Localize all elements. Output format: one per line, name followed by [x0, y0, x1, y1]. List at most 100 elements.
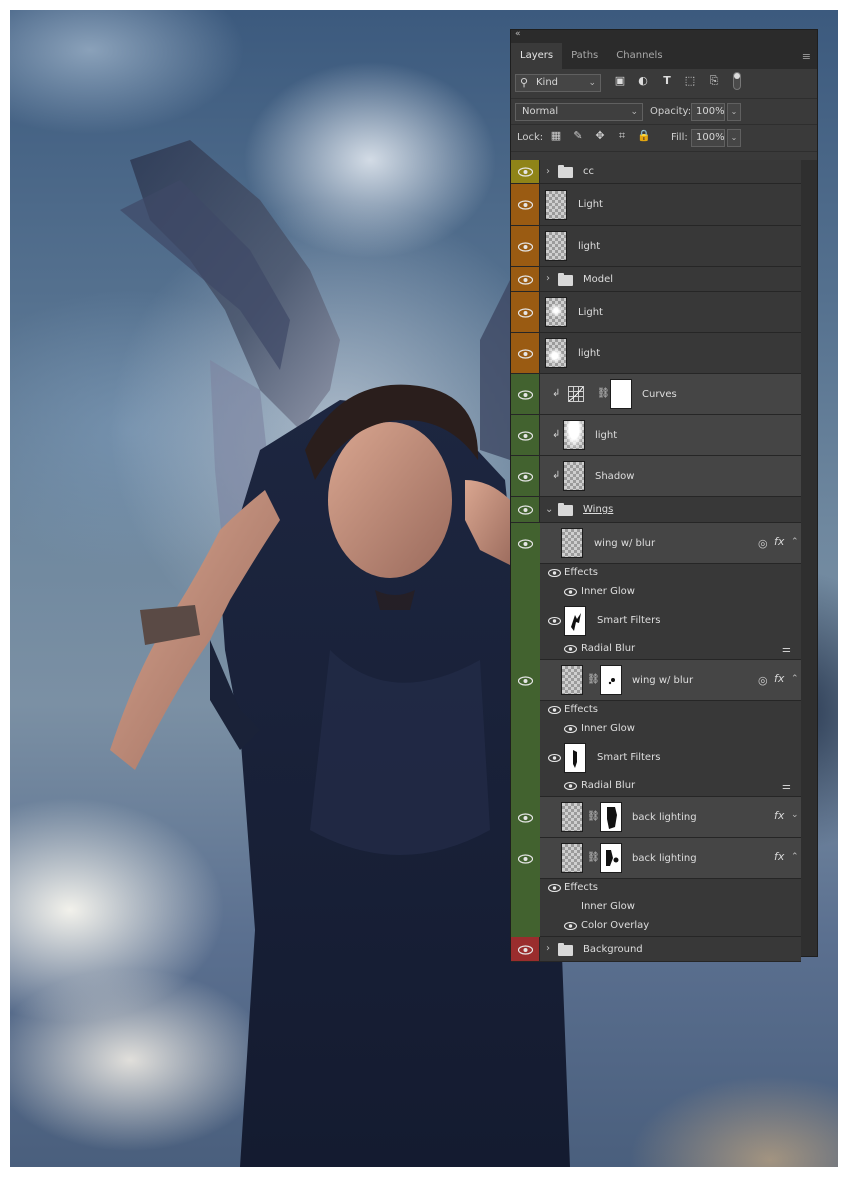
tab-channels[interactable]: Channels — [607, 43, 671, 69]
eye-icon[interactable] — [518, 307, 533, 319]
panel-title-bar: « — [511, 29, 817, 41]
layer-wing-blur-1[interactable]: wing w/ blur ◎ fx ⌃ — [518, 523, 801, 564]
eye-icon[interactable] — [518, 166, 533, 178]
fx-icon[interactable]: fx — [774, 672, 784, 685]
pixel-layer-filter-icon[interactable]: ▣ — [613, 74, 627, 88]
layer-group-background[interactable]: › Background — [511, 937, 801, 962]
eye-icon[interactable] — [518, 812, 533, 824]
eye-icon[interactable] — [563, 644, 578, 654]
layer-name: back lighting — [632, 853, 697, 864]
filter-toggle-switch[interactable] — [733, 72, 741, 90]
layer-light-2[interactable]: light — [511, 226, 801, 267]
inner-glow-row: Inner Glow — [540, 583, 801, 602]
eye-icon[interactable] — [518, 348, 533, 360]
eye-icon[interactable] — [547, 753, 562, 763]
eye-icon[interactable] — [547, 616, 562, 626]
layer-back-lighting-2[interactable]: ⛓ back lighting fx ⌃ — [518, 838, 801, 879]
link-icon[interactable]: ⛓ — [597, 388, 610, 400]
tab-layers[interactable]: Layers — [511, 43, 563, 69]
eye-icon[interactable] — [518, 241, 533, 253]
eye-icon[interactable] — [518, 944, 533, 956]
lock-all-icon[interactable]: 🔒 — [637, 129, 651, 143]
layer-shadow[interactable]: ↲ Shadow — [511, 456, 801, 497]
filter-kind-select[interactable]: ⚲ Kind ⌄ — [515, 74, 601, 92]
chevron-up-icon[interactable]: ⌃ — [791, 537, 799, 547]
color-overlay-label: Color Overlay — [581, 920, 650, 931]
link-icon[interactable]: ⛓ — [587, 852, 600, 864]
blend-row: Normal ⌄ Opacity: 100% ⌄ — [511, 99, 817, 125]
blend-mode-select[interactable]: Normal ⌄ — [515, 103, 643, 121]
layer-light-4[interactable]: light — [511, 333, 801, 374]
layer-mask-thumbnail — [600, 665, 622, 695]
effects-label: Effects — [564, 567, 598, 578]
smart-object-filter-icon[interactable]: ⎘ — [707, 74, 721, 88]
layer-thumbnail — [545, 338, 567, 368]
eye-icon[interactable] — [547, 705, 562, 715]
filter-blending-options-icon[interactable]: ⚌ — [782, 781, 791, 792]
layer-light-1[interactable]: Light — [511, 184, 801, 226]
layer-curves[interactable]: ↲ ⛓ Curves — [511, 374, 801, 415]
layer-name: Shadow — [595, 471, 635, 482]
eye-icon[interactable] — [563, 724, 578, 734]
eye-icon[interactable] — [518, 389, 533, 401]
shape-layer-filter-icon[interactable]: ⬚ — [683, 74, 697, 88]
eye-icon[interactable] — [518, 274, 533, 286]
chevron-right-icon[interactable]: › — [546, 166, 550, 178]
layer-group-wings[interactable]: ⌄ Wings — [511, 497, 801, 523]
effects-label: Effects — [564, 704, 598, 715]
lock-transparent-pixels-icon[interactable]: ▦ — [549, 129, 563, 143]
opacity-dropdown-button[interactable]: ⌄ — [727, 103, 741, 121]
fx-icon[interactable]: fx — [774, 809, 784, 822]
chevron-up-icon[interactable]: ⌃ — [791, 674, 799, 684]
eye-icon[interactable] — [518, 199, 533, 211]
eye-icon[interactable] — [547, 568, 562, 578]
eye-icon[interactable] — [518, 853, 533, 865]
eye-icon[interactable] — [547, 883, 562, 893]
radial-blur-row: Radial Blur ⚌ — [540, 777, 801, 797]
layer-wing-blur-2[interactable]: ⛓ wing w/ blur ◎ fx ⌃ — [518, 660, 801, 701]
double-chevron-left-icon[interactable]: « — [515, 29, 521, 39]
layer-group-cc[interactable]: › cc — [511, 160, 801, 184]
eye-icon[interactable] — [563, 781, 578, 791]
lock-position-icon[interactable]: ✥ — [593, 129, 607, 143]
smart-filter-mask-thumbnail — [564, 606, 586, 636]
fx-icon[interactable]: fx — [774, 535, 784, 548]
type-layer-filter-icon[interactable]: T — [660, 74, 674, 88]
eye-icon[interactable] — [518, 504, 533, 516]
eye-icon[interactable] — [518, 471, 533, 483]
fill-dropdown-button[interactable]: ⌄ — [727, 129, 741, 147]
chevron-right-icon[interactable]: › — [546, 943, 550, 955]
layer-group-model[interactable]: › Model — [511, 267, 801, 292]
layer-name: wing w/ blur — [632, 675, 694, 686]
chevron-up-icon[interactable]: ⌃ — [791, 852, 799, 862]
eye-icon[interactable] — [518, 538, 533, 550]
filter-blending-options-icon[interactable]: ⚌ — [782, 644, 791, 655]
layer-thumbnail — [545, 190, 567, 220]
chevron-down-icon[interactable]: ⌄ — [791, 810, 799, 820]
adjustment-layer-filter-icon[interactable]: ◐ — [636, 74, 650, 88]
link-icon[interactable]: ⛓ — [587, 811, 600, 823]
fill-input[interactable]: 100% — [691, 129, 725, 147]
eye-icon[interactable] — [563, 587, 578, 597]
layer-name: Background — [583, 944, 643, 955]
eye-icon[interactable] — [518, 430, 533, 442]
folder-icon — [558, 503, 573, 516]
layer-name: cc — [583, 166, 594, 177]
chevron-right-icon[interactable]: › — [546, 273, 550, 285]
layer-light-3[interactable]: Light — [511, 292, 801, 333]
lock-image-pixels-icon[interactable]: ✎ — [571, 129, 585, 143]
eye-icon[interactable] — [518, 675, 533, 687]
smart-filter-mask-thumbnail — [564, 743, 586, 773]
panel-menu-icon[interactable]: ≡ — [802, 50, 811, 63]
layers-scrollbar[interactable] — [801, 160, 817, 956]
layer-name: light — [578, 241, 601, 252]
fx-icon[interactable]: fx — [774, 850, 784, 863]
opacity-input[interactable]: 100% — [691, 103, 725, 121]
layer-light-5[interactable]: ↲ light — [511, 415, 801, 456]
eye-icon[interactable] — [563, 921, 578, 931]
link-icon[interactable]: ⛓ — [587, 674, 600, 686]
layer-back-lighting-1[interactable]: ⛓ back lighting fx ⌄ — [518, 797, 801, 838]
lock-artboard-icon[interactable]: ⌗ — [615, 129, 629, 143]
chevron-down-icon[interactable]: ⌄ — [545, 504, 553, 516]
tab-paths[interactable]: Paths — [562, 43, 607, 69]
